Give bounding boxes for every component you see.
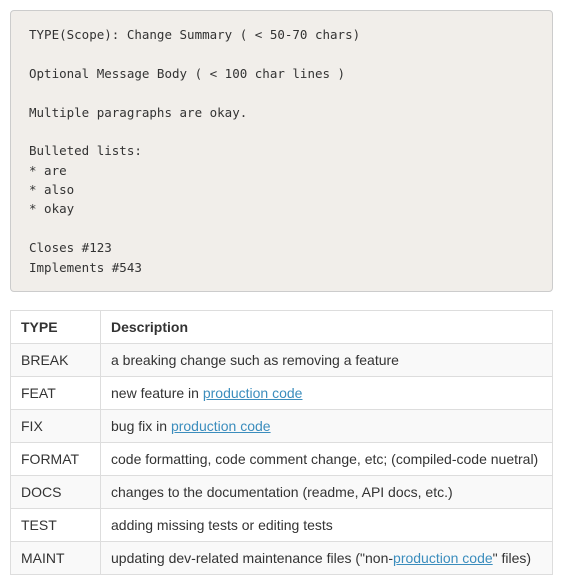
code-bullet: * okay	[29, 201, 74, 216]
code-line: Implements #543	[29, 260, 142, 275]
type-cell: MAINT	[11, 541, 101, 574]
desc-text: changes to the documentation (readme, AP…	[111, 484, 453, 500]
type-cell: FEAT	[11, 376, 101, 409]
desc-text: a breaking change such as removing a fea…	[111, 352, 399, 368]
commit-format-block: TYPE(Scope): Change Summary ( < 50-70 ch…	[10, 10, 553, 292]
table-row: DOCS changes to the documentation (readm…	[11, 475, 553, 508]
code-line: Optional Message Body ( < 100 char lines…	[29, 66, 345, 81]
production-code-link[interactable]: production code	[203, 385, 303, 401]
desc-text: new feature in	[111, 385, 203, 401]
table-header-row: TYPE Description	[11, 310, 553, 343]
code-line: Bulleted lists:	[29, 143, 142, 158]
table-body: BREAK a breaking change such as removing…	[11, 343, 553, 574]
code-bullet: * also	[29, 182, 74, 197]
desc-text: " files)	[493, 550, 531, 566]
header-type: TYPE	[11, 310, 101, 343]
desc-cell: code formatting, code comment change, et…	[101, 442, 553, 475]
table-row: FIX bug fix in production code	[11, 409, 553, 442]
desc-text: updating dev-related maintenance files (…	[111, 550, 393, 566]
desc-text: bug fix in	[111, 418, 171, 434]
production-code-link[interactable]: production code	[171, 418, 271, 434]
code-line: TYPE(Scope): Change Summary ( < 50-70 ch…	[29, 27, 360, 42]
type-cell: DOCS	[11, 475, 101, 508]
table-row: FORMAT code formatting, code comment cha…	[11, 442, 553, 475]
table-row: TEST adding missing tests or editing tes…	[11, 508, 553, 541]
types-table: TYPE Description BREAK a breaking change…	[10, 310, 553, 575]
desc-cell: a breaking change such as removing a fea…	[101, 343, 553, 376]
code-line: Closes #123	[29, 240, 112, 255]
production-code-link[interactable]: production code	[393, 550, 493, 566]
type-cell: TEST	[11, 508, 101, 541]
code-line: Multiple paragraphs are okay.	[29, 105, 247, 120]
table-row: FEAT new feature in production code	[11, 376, 553, 409]
header-description: Description	[101, 310, 553, 343]
type-cell: FORMAT	[11, 442, 101, 475]
desc-text: code formatting, code comment change, et…	[111, 451, 538, 467]
desc-text: adding missing tests or editing tests	[111, 517, 333, 533]
code-bullet: * are	[29, 163, 67, 178]
desc-cell: changes to the documentation (readme, AP…	[101, 475, 553, 508]
desc-cell: new feature in production code	[101, 376, 553, 409]
table-row: BREAK a breaking change such as removing…	[11, 343, 553, 376]
desc-cell: adding missing tests or editing tests	[101, 508, 553, 541]
type-cell: BREAK	[11, 343, 101, 376]
desc-cell: bug fix in production code	[101, 409, 553, 442]
desc-cell: updating dev-related maintenance files (…	[101, 541, 553, 574]
table-row: MAINT updating dev-related maintenance f…	[11, 541, 553, 574]
type-cell: FIX	[11, 409, 101, 442]
